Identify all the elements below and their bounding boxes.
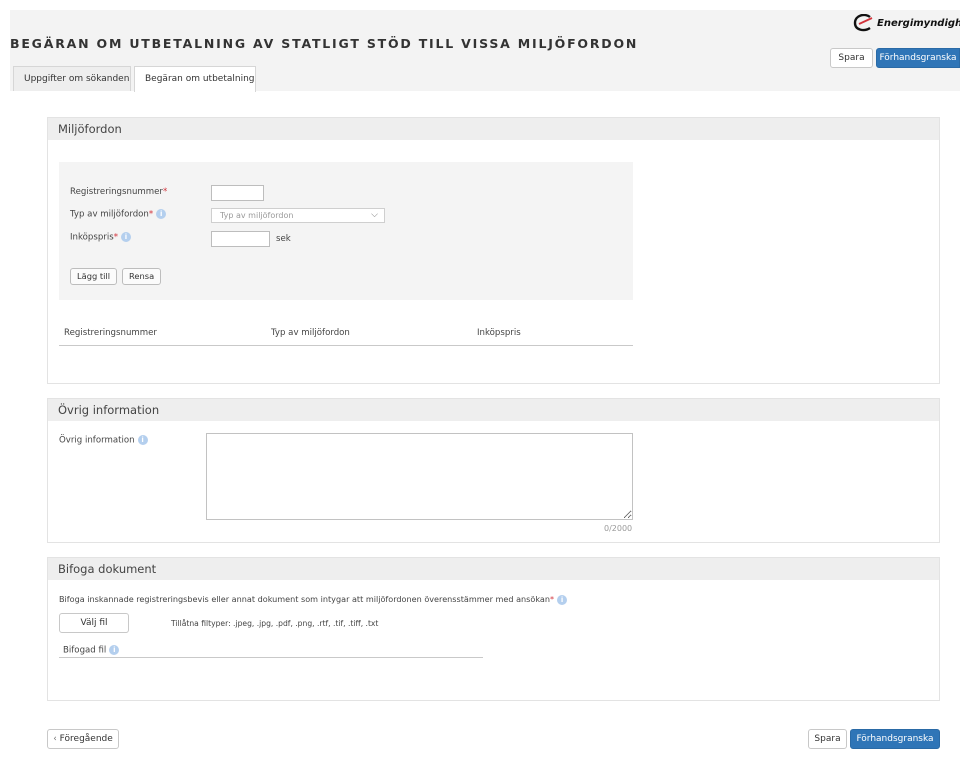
column-header-reg-number[interactable]: Registreringsnummer [64,328,157,338]
choose-file-button[interactable]: Välj fil [59,613,129,633]
clear-button[interactable]: Rensa [122,268,162,285]
required-mark: * [148,209,154,220]
required-mark: * [549,594,555,604]
page-title: BEGÄRAN OM UTBETALNING AV STATLIGT STÖD … [10,36,639,51]
price-input[interactable] [211,231,270,247]
footer-save-button[interactable]: Spara [808,729,847,749]
vehicles-heading: Miljöfordon [48,118,939,140]
char-counter: 0/2000 [604,524,633,533]
vehicle-type-placeholder: Typ av miljöfordon [220,211,294,220]
header-save-button[interactable]: Spara [830,48,873,68]
attachments-instruction: Bifoga inskannade registreringsbevis ell… [59,594,568,605]
info-icon[interactable]: i [137,435,148,445]
required-mark: * [162,187,168,197]
vehicle-type-label: Typ av miljöfordon* i [70,209,167,220]
info-icon[interactable]: i [156,209,167,219]
column-header-price[interactable]: Inköpspris [477,328,521,338]
add-vehicle-button[interactable]: Lägg till [70,268,118,285]
header-preview-button[interactable]: Förhandsgranska [876,48,960,68]
attachments-panel: Bifoga dokument Bifoga inskannade regist… [47,557,940,701]
price-unit: sek [276,234,291,244]
logo-text: Energimyndighete [877,17,960,29]
other-info-textarea[interactable] [206,433,633,520]
footer-preview-button[interactable]: Förhandsgranska [850,729,940,749]
vehicle-type-select[interactable]: Typ av miljöfordon ⌵ [211,208,385,223]
vehicles-panel: Miljöfordon Registreringsnummer* Typ av … [47,117,940,384]
tab-payment-request[interactable]: Begäran om utbetalning [134,66,256,92]
reg-number-input[interactable] [211,185,264,201]
required-mark: * [113,232,118,243]
info-icon[interactable]: i [121,232,131,242]
reg-number-label: Registreringsnummer* [70,187,168,197]
other-info-heading: Övrig information [48,399,939,421]
attachment-divider [59,657,483,658]
info-icon[interactable]: i [109,645,120,655]
previous-button[interactable]: ‹ Föregående [47,729,119,749]
tab-applicant-details[interactable]: Uppgifter om sökanden [13,66,131,91]
attached-file-label: Bifogad fil i [63,645,120,656]
allowed-file-types: Tillåtna filtyper: .jpeg, .jpg, .pdf, .p… [171,619,379,628]
attachments-heading: Bifoga dokument [48,558,939,580]
price-label: Inköpspris* i [70,232,131,243]
other-info-label: Övrig information i [59,435,148,446]
logo: Energimyndighete [853,14,960,32]
info-icon[interactable]: i [557,594,568,605]
energimyndigheten-logo-icon [853,14,873,32]
column-header-vehicle-type[interactable]: Typ av miljöfordon [271,328,350,338]
table-divider [59,345,633,346]
other-info-panel: Övrig information Övrig information i 0/2… [47,398,940,543]
chevron-down-icon: ⌵ [371,210,378,220]
vehicle-entry-form: Registreringsnummer* Typ av miljöfordon*… [59,162,633,300]
